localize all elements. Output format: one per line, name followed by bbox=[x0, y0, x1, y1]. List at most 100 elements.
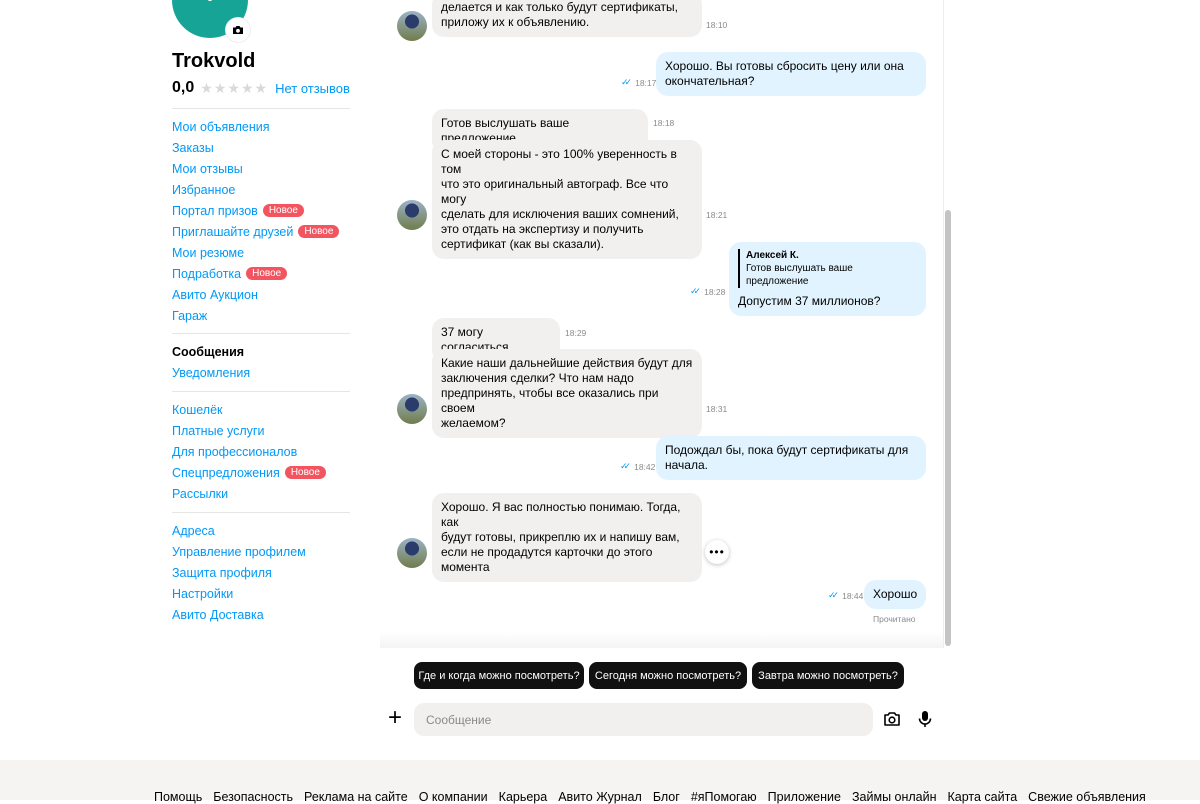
footer-link[interactable]: Приложение bbox=[768, 790, 841, 804]
sidebar-item[interactable]: Кошелёк bbox=[172, 399, 352, 420]
sidebar-item-label: Платные услуги bbox=[172, 423, 265, 438]
sidebar-item[interactable]: Избранное bbox=[172, 179, 352, 200]
nav-group-finance: Кошелёк Платные услуги Для профессионалов С… bbox=[172, 399, 352, 504]
camera-icon[interactable] bbox=[882, 709, 902, 729]
rating-row: 0,0 ★ ★ ★ ★ ★ Нет отзывов bbox=[172, 79, 350, 97]
divider bbox=[172, 333, 350, 334]
message-time-text: 18:44 bbox=[842, 590, 864, 601]
sidebar-item[interactable]: Настройки bbox=[172, 583, 352, 604]
sidebar-item[interactable]: Рассылки bbox=[172, 483, 352, 504]
new-badge: Новое bbox=[284, 466, 326, 479]
quick-reply-button[interactable]: Сегодня можно посмотреть? bbox=[589, 662, 747, 689]
footer-link[interactable]: О компании bbox=[419, 790, 488, 804]
sidebar-item-label: Мои резюме bbox=[172, 245, 245, 260]
footer-link[interactable]: Займы онлайн bbox=[852, 790, 937, 804]
outgoing-message[interactable]: Хорошо bbox=[864, 580, 926, 609]
message-input[interactable] bbox=[414, 703, 873, 736]
sidebar-item-label: Гараж bbox=[172, 308, 208, 323]
double-check-icon: ✓✓ bbox=[828, 590, 839, 600]
microphone-icon[interactable] bbox=[915, 709, 935, 729]
sidebar-item[interactable]: Приглашайте друзей Новое bbox=[172, 221, 352, 242]
message-text-line: Подождал бы, пока будут сертификаты для bbox=[665, 443, 909, 457]
profile-avatar[interactable]: T bbox=[172, 0, 250, 42]
sidebar-item-label: Настройки bbox=[172, 586, 234, 601]
incoming-message[interactable]: Хорошо. Я вас полностью понимаю. Тогда, … bbox=[432, 493, 702, 582]
sidebar-item[interactable]: Мои объявления bbox=[172, 116, 352, 137]
message-text-line: сертификат (как вы сказали). bbox=[441, 237, 604, 251]
sidebar-item[interactable]: Адреса bbox=[172, 520, 352, 541]
message-text-line: предпринять, чтобы все оказались при сво… bbox=[441, 386, 659, 415]
double-check-icon: ✓✓ bbox=[620, 461, 631, 471]
chat-scrollbar[interactable] bbox=[945, 210, 951, 646]
divider bbox=[172, 512, 350, 513]
footer-link[interactable]: Помощь bbox=[154, 790, 202, 804]
incoming-message[interactable]: Какие наши дальнейшие действия будут для… bbox=[432, 349, 702, 438]
message-time: ✓✓ 18:44 bbox=[828, 590, 863, 601]
outgoing-message[interactable]: Хорошо. Вы готовы сбросить цену или она о… bbox=[656, 52, 926, 96]
sidebar-item[interactable]: Гараж bbox=[172, 305, 352, 326]
outgoing-message[interactable]: Подождал бы, пока будут сертификаты для н… bbox=[656, 436, 926, 480]
sidebar-item-label: Управление профилем bbox=[172, 544, 306, 559]
sidebar-item-label: Уведомления bbox=[172, 365, 251, 380]
sidebar-item[interactable]: Уведомления bbox=[172, 362, 352, 383]
rating-value: 0,0 bbox=[172, 79, 195, 96]
sidebar-item[interactable]: Мои отзывы bbox=[172, 158, 352, 179]
double-check-icon: ✓✓ bbox=[690, 286, 701, 296]
incoming-message[interactable]: С моей стороны - это 100% уверенность в … bbox=[432, 140, 702, 259]
sidebar-item-label: Избранное bbox=[172, 182, 236, 197]
sidebar-item-label: Приглашайте друзей bbox=[172, 224, 294, 239]
incoming-message[interactable]: делается и как только будут сертификаты,… bbox=[432, 0, 702, 37]
sender-avatar[interactable] bbox=[397, 394, 427, 424]
new-badge: Новое bbox=[262, 204, 304, 217]
message-time: ✓✓ 18:28 bbox=[690, 286, 725, 297]
footer-link[interactable]: Авито Журнал bbox=[558, 790, 642, 804]
sender-avatar[interactable] bbox=[397, 200, 427, 230]
message-time: 18:10 bbox=[706, 20, 727, 30]
footer-link[interactable]: Безопасность bbox=[213, 790, 293, 804]
sidebar-item[interactable]: Авито Аукцион bbox=[172, 284, 352, 305]
sidebar-item[interactable]: Портал призов Новое bbox=[172, 200, 352, 221]
divider bbox=[172, 391, 350, 392]
footer-link[interactable]: #яПомогаю bbox=[691, 790, 757, 804]
footer-link[interactable]: Карта сайта bbox=[948, 790, 1018, 804]
sidebar-item[interactable]: Заказы bbox=[172, 137, 352, 158]
footer-link[interactable]: Реклама на сайте bbox=[304, 790, 408, 804]
message-text-line: Хорошо. Я вас полностью понимаю. Тогда, … bbox=[441, 500, 681, 529]
quick-reply-button[interactable]: Завтра можно посмотреть? bbox=[752, 662, 904, 689]
double-check-icon: ✓✓ bbox=[621, 77, 632, 87]
camera-icon[interactable] bbox=[226, 18, 250, 42]
sidebar-item[interactable]: Сообщения bbox=[172, 341, 352, 362]
star-icon: ★ bbox=[240, 80, 254, 96]
sidebar-item[interactable]: Управление профилем bbox=[172, 541, 352, 562]
footer-link[interactable]: Блог bbox=[653, 790, 680, 804]
sender-avatar[interactable] bbox=[397, 11, 427, 41]
sender-avatar[interactable] bbox=[397, 538, 427, 568]
message-time: ✓✓ 18:17 bbox=[621, 77, 656, 88]
message-text-line: приложу их к объявлению. bbox=[441, 15, 590, 29]
sidebar-item[interactable]: Мои резюме bbox=[172, 242, 352, 263]
sidebar-item[interactable]: Защита профиля bbox=[172, 562, 352, 583]
sidebar-item[interactable]: Для профессионалов bbox=[172, 441, 352, 462]
quoted-message[interactable]: Алексей К. Готов выслушать ваше предложен… bbox=[738, 249, 917, 288]
star-icon: ★ bbox=[200, 80, 213, 96]
message-text-line: Какие наши дальнейшие действия будут для bbox=[441, 356, 693, 370]
outgoing-message[interactable]: Алексей К. Готов выслушать ваше предложен… bbox=[729, 242, 926, 316]
plus-icon[interactable]: + bbox=[386, 706, 404, 730]
footer-link[interactable]: Свежие объявления bbox=[1028, 790, 1146, 804]
message-text-line: если не продадутся карточки до этого bbox=[441, 545, 653, 559]
message-time-text: 18:31 bbox=[706, 404, 728, 414]
sidebar-item-label: Спецпредложения bbox=[172, 465, 280, 480]
sidebar-item-label: Авито Доставка bbox=[172, 607, 264, 622]
footer-link[interactable]: Карьера bbox=[499, 790, 548, 804]
reviews-link[interactable]: Нет отзывов bbox=[275, 81, 350, 96]
message-text-line: начала. bbox=[665, 458, 708, 472]
sidebar-item[interactable]: Подработка Новое bbox=[172, 263, 352, 284]
sidebar-item-label: Заказы bbox=[172, 140, 214, 155]
message-time: 18:29 bbox=[565, 328, 586, 338]
sidebar-item[interactable]: Авито Доставка bbox=[172, 604, 352, 625]
star-icon: ★ bbox=[213, 80, 227, 96]
sidebar-item[interactable]: Платные услуги bbox=[172, 420, 352, 441]
quick-reply-button[interactable]: Где и когда можно посмотреть? bbox=[414, 662, 584, 689]
more-dots-icon[interactable]: ••• bbox=[705, 540, 729, 564]
sidebar-item[interactable]: Спецпредложения Новое bbox=[172, 462, 352, 483]
